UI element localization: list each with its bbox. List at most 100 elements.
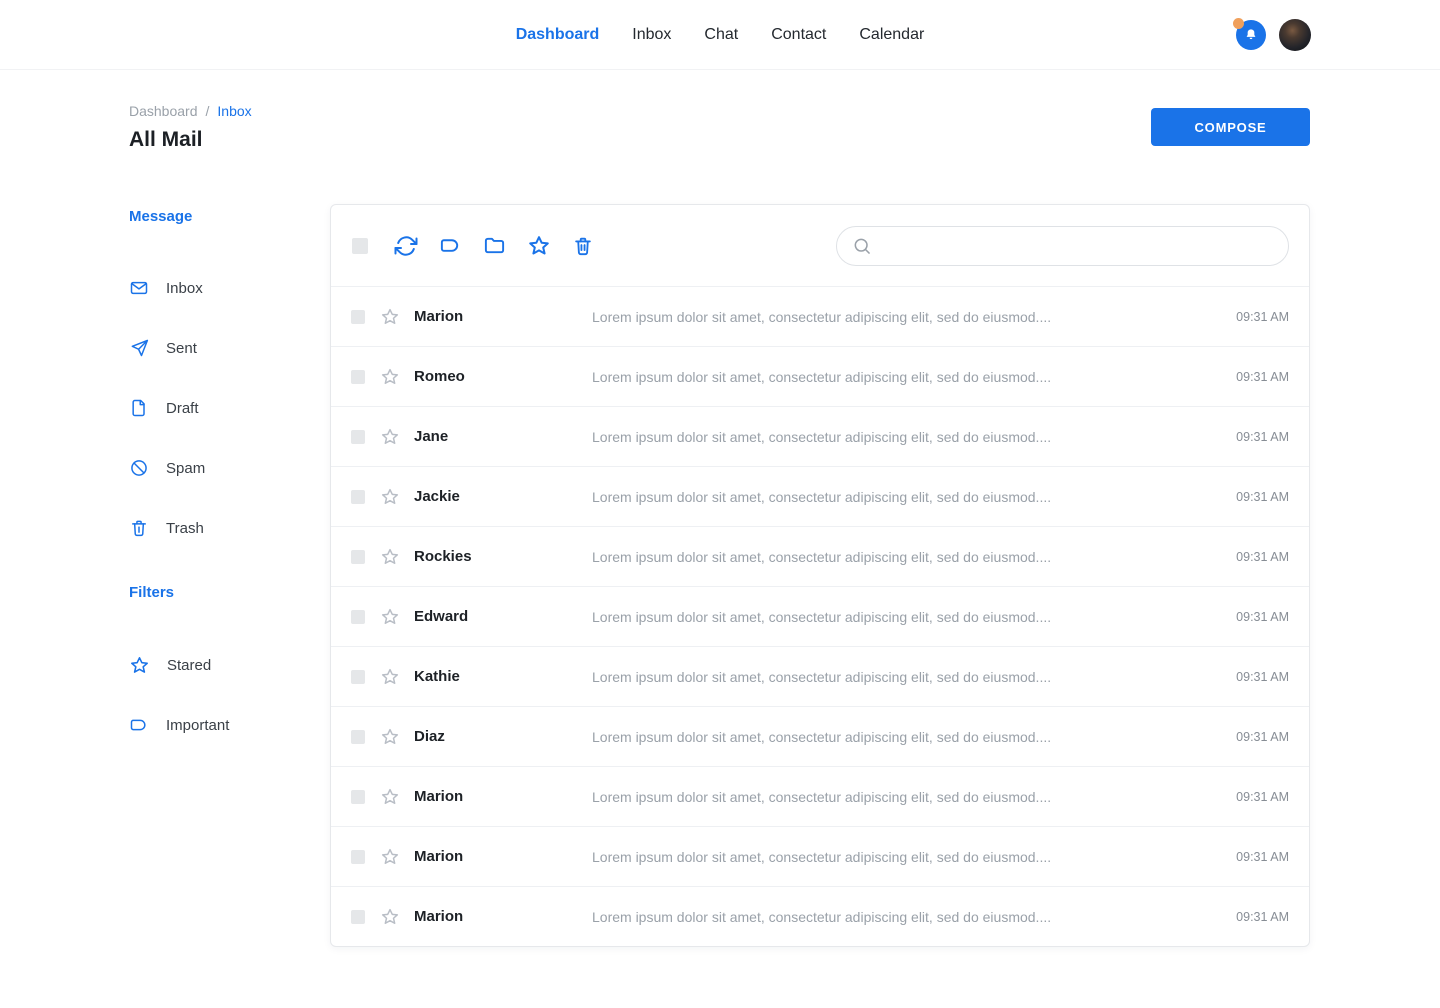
- email-preview: Lorem ipsum dolor sit amet, consectetur …: [592, 849, 1212, 865]
- email-row[interactable]: Marion Lorem ipsum dolor sit amet, conse…: [331, 826, 1309, 886]
- sidebar-item-inbox[interactable]: Inbox: [129, 258, 330, 318]
- email-time: 09:31 AM: [1236, 610, 1289, 624]
- breadcrumb-inbox[interactable]: Inbox: [217, 103, 251, 119]
- sidebar-item-label: Inbox: [166, 280, 203, 297]
- row-checkbox[interactable]: [351, 610, 365, 624]
- star-icon[interactable]: [380, 607, 400, 627]
- star-icon[interactable]: [380, 907, 400, 927]
- search-input[interactable]: [882, 238, 1274, 254]
- breadcrumb-separator: /: [206, 103, 210, 119]
- star-icon[interactable]: [380, 487, 400, 507]
- row-checkbox[interactable]: [351, 790, 365, 804]
- folder-icon: [483, 234, 506, 257]
- breadcrumb-dashboard[interactable]: Dashboard: [129, 103, 198, 119]
- email-time: 09:31 AM: [1236, 430, 1289, 444]
- sidebar-item-label: Trash: [166, 520, 204, 537]
- star-icon[interactable]: [380, 727, 400, 747]
- star-icon[interactable]: [380, 307, 400, 327]
- email-preview: Lorem ipsum dolor sit amet, consectetur …: [592, 669, 1212, 685]
- mail-toolbar: [331, 205, 1309, 286]
- sender-name: Rockies: [414, 548, 592, 565]
- sidebar-item-important[interactable]: Important: [129, 695, 330, 755]
- email-time: 09:31 AM: [1236, 910, 1289, 924]
- email-row[interactable]: Marion Lorem ipsum dolor sit amet, conse…: [331, 286, 1309, 346]
- sidebar-item-label: Spam: [166, 460, 205, 477]
- row-checkbox[interactable]: [351, 370, 365, 384]
- email-row[interactable]: Kathie Lorem ipsum dolor sit amet, conse…: [331, 646, 1309, 706]
- row-checkbox[interactable]: [351, 910, 365, 924]
- row-checkbox[interactable]: [351, 670, 365, 684]
- sidebar-item-spam[interactable]: Spam: [129, 438, 330, 498]
- email-preview: Lorem ipsum dolor sit amet, consectetur …: [592, 489, 1212, 505]
- star-icon[interactable]: [380, 847, 400, 867]
- nav-item-chat[interactable]: Chat: [704, 26, 738, 44]
- star-icon[interactable]: [380, 367, 400, 387]
- sidebar: Message Inbox Sent Draft: [129, 204, 330, 947]
- sidebar-item-label: Stared: [167, 657, 211, 674]
- avatar[interactable]: [1279, 19, 1311, 51]
- bell-icon: [1243, 27, 1259, 43]
- email-list: Marion Lorem ipsum dolor sit amet, conse…: [331, 286, 1309, 946]
- email-row[interactable]: Romeo Lorem ipsum dolor sit amet, consec…: [331, 346, 1309, 406]
- sender-name: Edward: [414, 608, 592, 625]
- select-all-checkbox[interactable]: [352, 238, 368, 254]
- trash-icon: [129, 518, 149, 538]
- folder-button[interactable]: [483, 234, 506, 257]
- email-row[interactable]: Rockies Lorem ipsum dolor sit amet, cons…: [331, 526, 1309, 586]
- trash-icon: [572, 235, 594, 257]
- refresh-button[interactable]: [394, 234, 418, 258]
- email-row[interactable]: Jackie Lorem ipsum dolor sit amet, conse…: [331, 466, 1309, 526]
- label-icon: [129, 715, 149, 735]
- nav-item-inbox[interactable]: Inbox: [632, 26, 671, 44]
- star-icon[interactable]: [380, 787, 400, 807]
- sidebar-item-sent[interactable]: Sent: [129, 318, 330, 378]
- label-button[interactable]: [439, 234, 462, 257]
- star-icon[interactable]: [380, 667, 400, 687]
- nav-item-dashboard[interactable]: Dashboard: [516, 26, 600, 44]
- nav-item-contact[interactable]: Contact: [771, 26, 826, 44]
- email-row[interactable]: Diaz Lorem ipsum dolor sit amet, consect…: [331, 706, 1309, 766]
- email-row[interactable]: Marion Lorem ipsum dolor sit amet, conse…: [331, 886, 1309, 946]
- email-time: 09:31 AM: [1236, 370, 1289, 384]
- sidebar-item-trash[interactable]: Trash: [129, 498, 330, 558]
- sidebar-item-draft[interactable]: Draft: [129, 378, 330, 438]
- row-checkbox[interactable]: [351, 550, 365, 564]
- sidebar-item-label: Draft: [166, 400, 199, 417]
- row-checkbox[interactable]: [351, 730, 365, 744]
- row-checkbox[interactable]: [351, 490, 365, 504]
- star-icon[interactable]: [380, 427, 400, 447]
- star-button[interactable]: [527, 234, 551, 258]
- sender-name: Marion: [414, 848, 592, 865]
- email-preview: Lorem ipsum dolor sit amet, consectetur …: [592, 309, 1212, 325]
- trash-button[interactable]: [572, 235, 594, 257]
- email-row[interactable]: Jane Lorem ipsum dolor sit amet, consect…: [331, 406, 1309, 466]
- email-preview: Lorem ipsum dolor sit amet, consectetur …: [592, 429, 1212, 445]
- email-time: 09:31 AM: [1236, 730, 1289, 744]
- email-time: 09:31 AM: [1236, 790, 1289, 804]
- sender-name: Marion: [414, 788, 592, 805]
- search-icon: [852, 236, 872, 256]
- sender-name: Romeo: [414, 368, 592, 385]
- star-icon: [527, 234, 551, 258]
- email-time: 09:31 AM: [1236, 490, 1289, 504]
- row-checkbox[interactable]: [351, 430, 365, 444]
- compose-button[interactable]: COMPOSE: [1151, 108, 1310, 146]
- refresh-icon: [394, 234, 418, 258]
- email-preview: Lorem ipsum dolor sit amet, consectetur …: [592, 609, 1212, 625]
- row-checkbox[interactable]: [351, 310, 365, 324]
- search-box[interactable]: [836, 226, 1289, 266]
- sender-name: Jane: [414, 428, 592, 445]
- breadcrumb: Dashboard / Inbox: [129, 103, 252, 119]
- email-row[interactable]: Marion Lorem ipsum dolor sit amet, conse…: [331, 766, 1309, 826]
- star-icon[interactable]: [380, 547, 400, 567]
- sidebar-section-message: Message: [129, 208, 330, 225]
- row-checkbox[interactable]: [351, 850, 365, 864]
- notifications-button[interactable]: [1236, 20, 1266, 50]
- email-preview: Lorem ipsum dolor sit amet, consectetur …: [592, 789, 1212, 805]
- email-row[interactable]: Edward Lorem ipsum dolor sit amet, conse…: [331, 586, 1309, 646]
- sidebar-item-stared[interactable]: Stared: [129, 635, 330, 695]
- send-icon: [129, 338, 149, 358]
- email-time: 09:31 AM: [1236, 670, 1289, 684]
- draft-icon: [129, 398, 149, 418]
- nav-item-calendar[interactable]: Calendar: [859, 26, 924, 44]
